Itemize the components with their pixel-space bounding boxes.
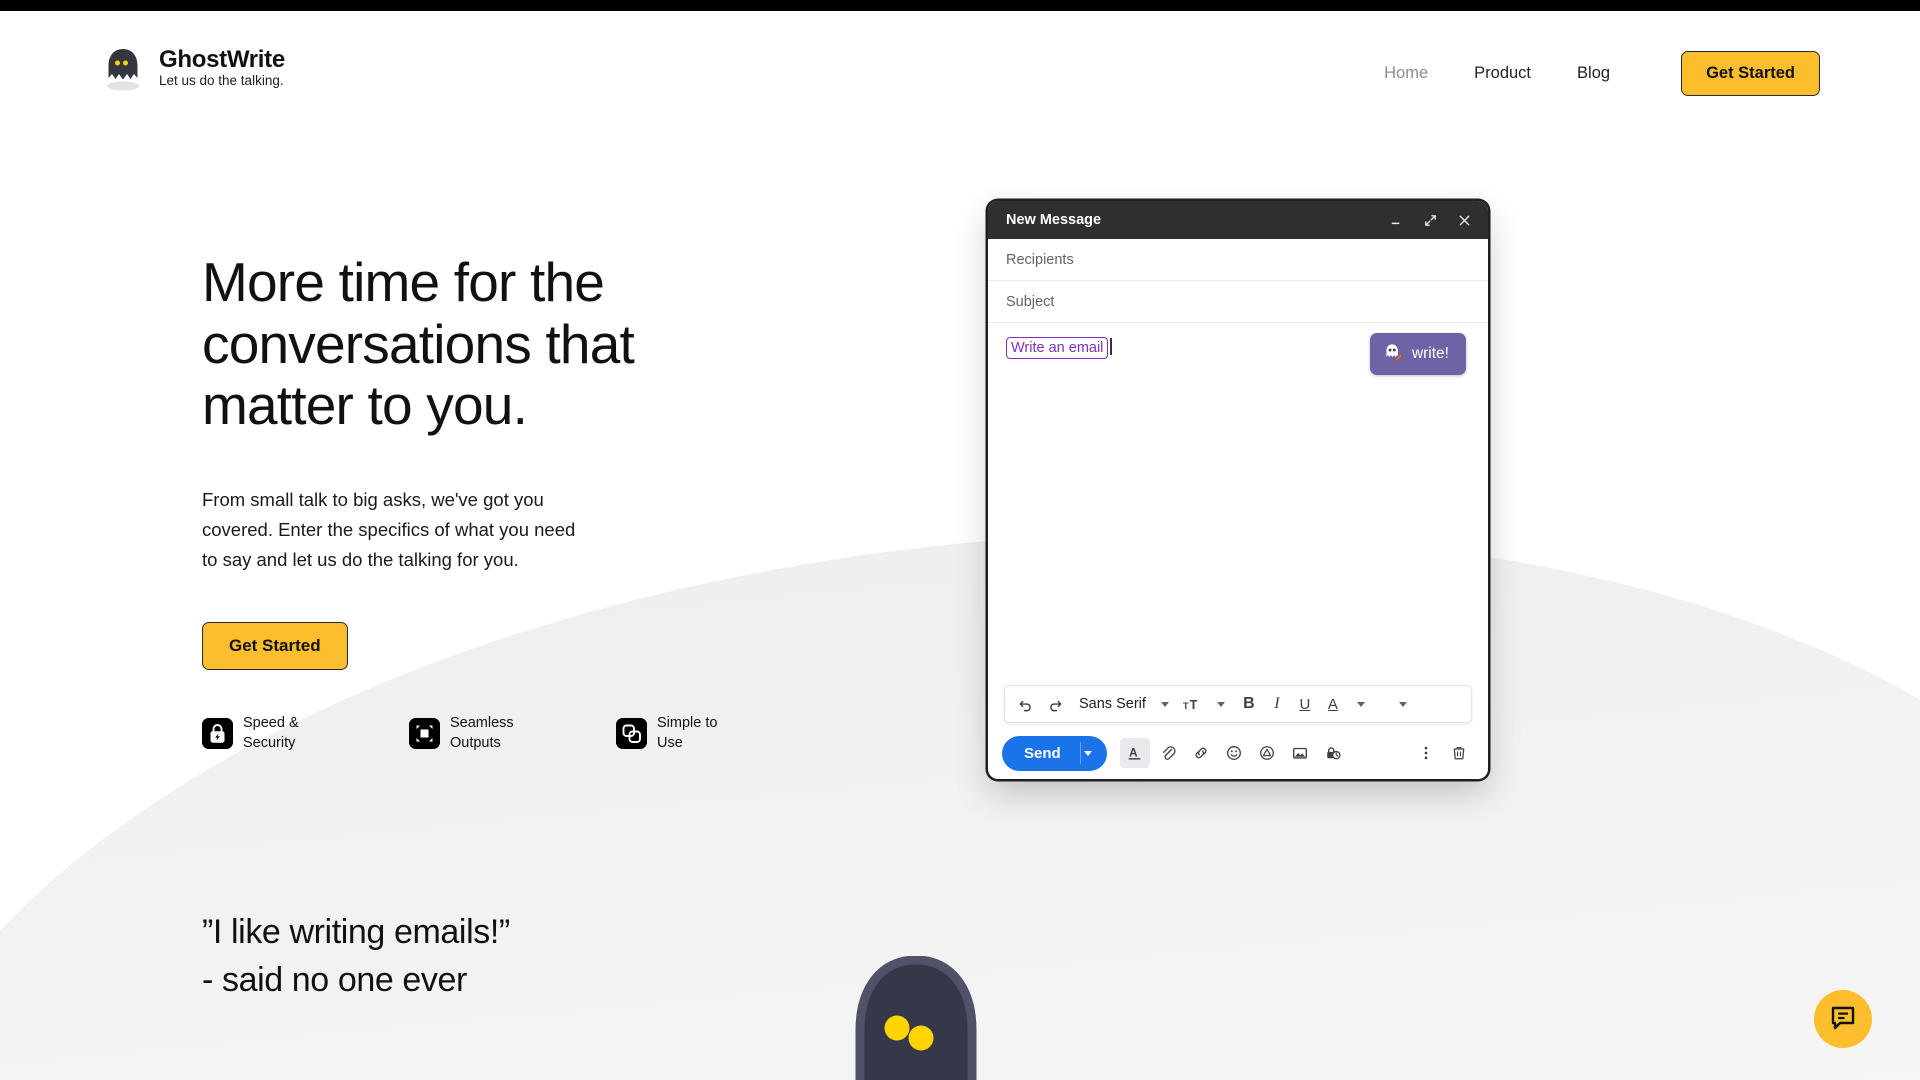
header-get-started-button[interactable]: Get Started xyxy=(1681,51,1820,96)
hero-section: More time for the conversations that mat… xyxy=(202,251,722,753)
font-family-select[interactable]: Sans Serif xyxy=(1069,696,1150,712)
overlapping-squares-icon xyxy=(616,718,647,750)
insert-drive-file-icon[interactable] xyxy=(1252,738,1282,768)
page-title: More time for the conversations that mat… xyxy=(202,251,635,437)
main-nav: Home Product Blog Get Started xyxy=(1361,51,1820,96)
ghost-logo-icon xyxy=(100,44,146,92)
body-prompt-text[interactable]: Write an email xyxy=(1006,337,1109,360)
text-color-button[interactable]: A xyxy=(1320,690,1346,718)
feature-label: Speed & Security xyxy=(243,715,299,751)
confidential-mode-icon[interactable] xyxy=(1318,738,1348,768)
write-button-label: write! xyxy=(1411,345,1449,362)
message-body-area[interactable]: Write an email write! xyxy=(988,323,1488,685)
brand-tagline: Let us do the talking. xyxy=(159,73,284,89)
more-formatting-chevron-down-icon[interactable] xyxy=(1390,690,1416,718)
discard-draft-icon[interactable] xyxy=(1444,738,1474,768)
hero-subtitle: From small talk to big asks, we've got y… xyxy=(202,488,576,571)
feature-list: Speed & Security Seamless Outputs Simple… xyxy=(202,714,722,753)
window-controls xyxy=(1386,210,1474,230)
send-options-chevron-down-icon[interactable] xyxy=(1079,742,1107,764)
more-options-icon[interactable] xyxy=(1411,738,1441,768)
text-caret xyxy=(1110,338,1112,355)
ghost-pencil-icon xyxy=(1383,342,1404,366)
insert-emoji-icon[interactable] xyxy=(1219,738,1249,768)
send-button-label: Send xyxy=(1024,744,1061,762)
attach-file-icon[interactable] xyxy=(1153,738,1183,768)
crop-frame-icon xyxy=(409,718,440,750)
lock-bolt-icon xyxy=(202,718,233,750)
chat-bubble-icon xyxy=(1830,1005,1856,1034)
compose-window: New Message Recipients Subject Write an … xyxy=(988,201,1488,779)
bold-button[interactable]: B xyxy=(1236,690,1262,718)
insert-photo-icon[interactable] xyxy=(1285,738,1315,768)
browser-chrome-bar xyxy=(0,0,1920,11)
recipients-field[interactable]: Recipients xyxy=(988,239,1488,281)
font-size-icon[interactable]: T T xyxy=(1180,690,1206,718)
send-button[interactable]: Send xyxy=(1002,735,1107,771)
brand[interactable]: GhostWrite Let us do the talking. xyxy=(100,44,285,92)
formatting-toolbar: Sans Serif T T B I U A xyxy=(1004,685,1472,723)
page-root: GhostWrite Let us do the talking. Home P… xyxy=(0,0,1920,1080)
formatting-options-icon[interactable]: A xyxy=(1119,738,1150,768)
brand-name: GhostWrite xyxy=(159,45,285,73)
brand-text: GhostWrite Let us do the talking. xyxy=(159,47,285,89)
feature-item-speed-security: Speed & Security xyxy=(202,714,321,753)
undo-icon[interactable] xyxy=(1013,690,1039,718)
subject-field[interactable]: Subject xyxy=(988,281,1488,323)
close-icon[interactable] xyxy=(1454,210,1474,230)
hero-get-started-button[interactable]: Get Started xyxy=(202,622,348,671)
underline-button[interactable]: U xyxy=(1292,690,1318,718)
testimonial-quote: ”I like writing emails!” - said no one e… xyxy=(202,908,510,1005)
svg-text:T: T xyxy=(1183,700,1189,710)
feature-item-simple-to-use: Simple to Use xyxy=(616,714,735,753)
write-button[interactable]: write! xyxy=(1369,333,1466,375)
feature-item-seamless-outputs: Seamless Outputs xyxy=(409,714,528,753)
feature-label: Simple to Use xyxy=(657,715,718,751)
expand-icon[interactable] xyxy=(1420,210,1440,230)
italic-button[interactable]: I xyxy=(1264,690,1290,718)
site-header: GhostWrite Let us do the talking. Home P… xyxy=(0,11,1920,116)
compose-action-bar: Send A xyxy=(988,727,1488,779)
quote-line-2: - said no one ever xyxy=(202,961,467,1000)
compose-window-title: New Message xyxy=(1006,212,1102,228)
redo-icon[interactable] xyxy=(1041,690,1067,718)
chat-widget-button[interactable] xyxy=(1814,990,1872,1048)
svg-text:T: T xyxy=(1190,696,1198,711)
feature-label: Seamless Outputs xyxy=(450,715,514,751)
quote-line-1: ”I like writing emails!” xyxy=(202,913,510,951)
insert-link-icon[interactable] xyxy=(1186,738,1216,768)
font-size-chevron-down-icon[interactable] xyxy=(1208,690,1234,718)
nav-link-blog[interactable]: Blog xyxy=(1554,64,1633,83)
text-color-chevron-down-icon[interactable] xyxy=(1348,690,1374,718)
minimize-icon[interactable] xyxy=(1386,210,1406,230)
svg-text:A: A xyxy=(1129,747,1138,760)
nav-link-home[interactable]: Home xyxy=(1361,64,1451,83)
font-family-chevron-down-icon[interactable] xyxy=(1152,690,1178,718)
nav-link-product[interactable]: Product xyxy=(1451,64,1554,83)
compose-title-bar: New Message xyxy=(988,201,1488,239)
large-ghost-illustration xyxy=(852,955,980,1080)
